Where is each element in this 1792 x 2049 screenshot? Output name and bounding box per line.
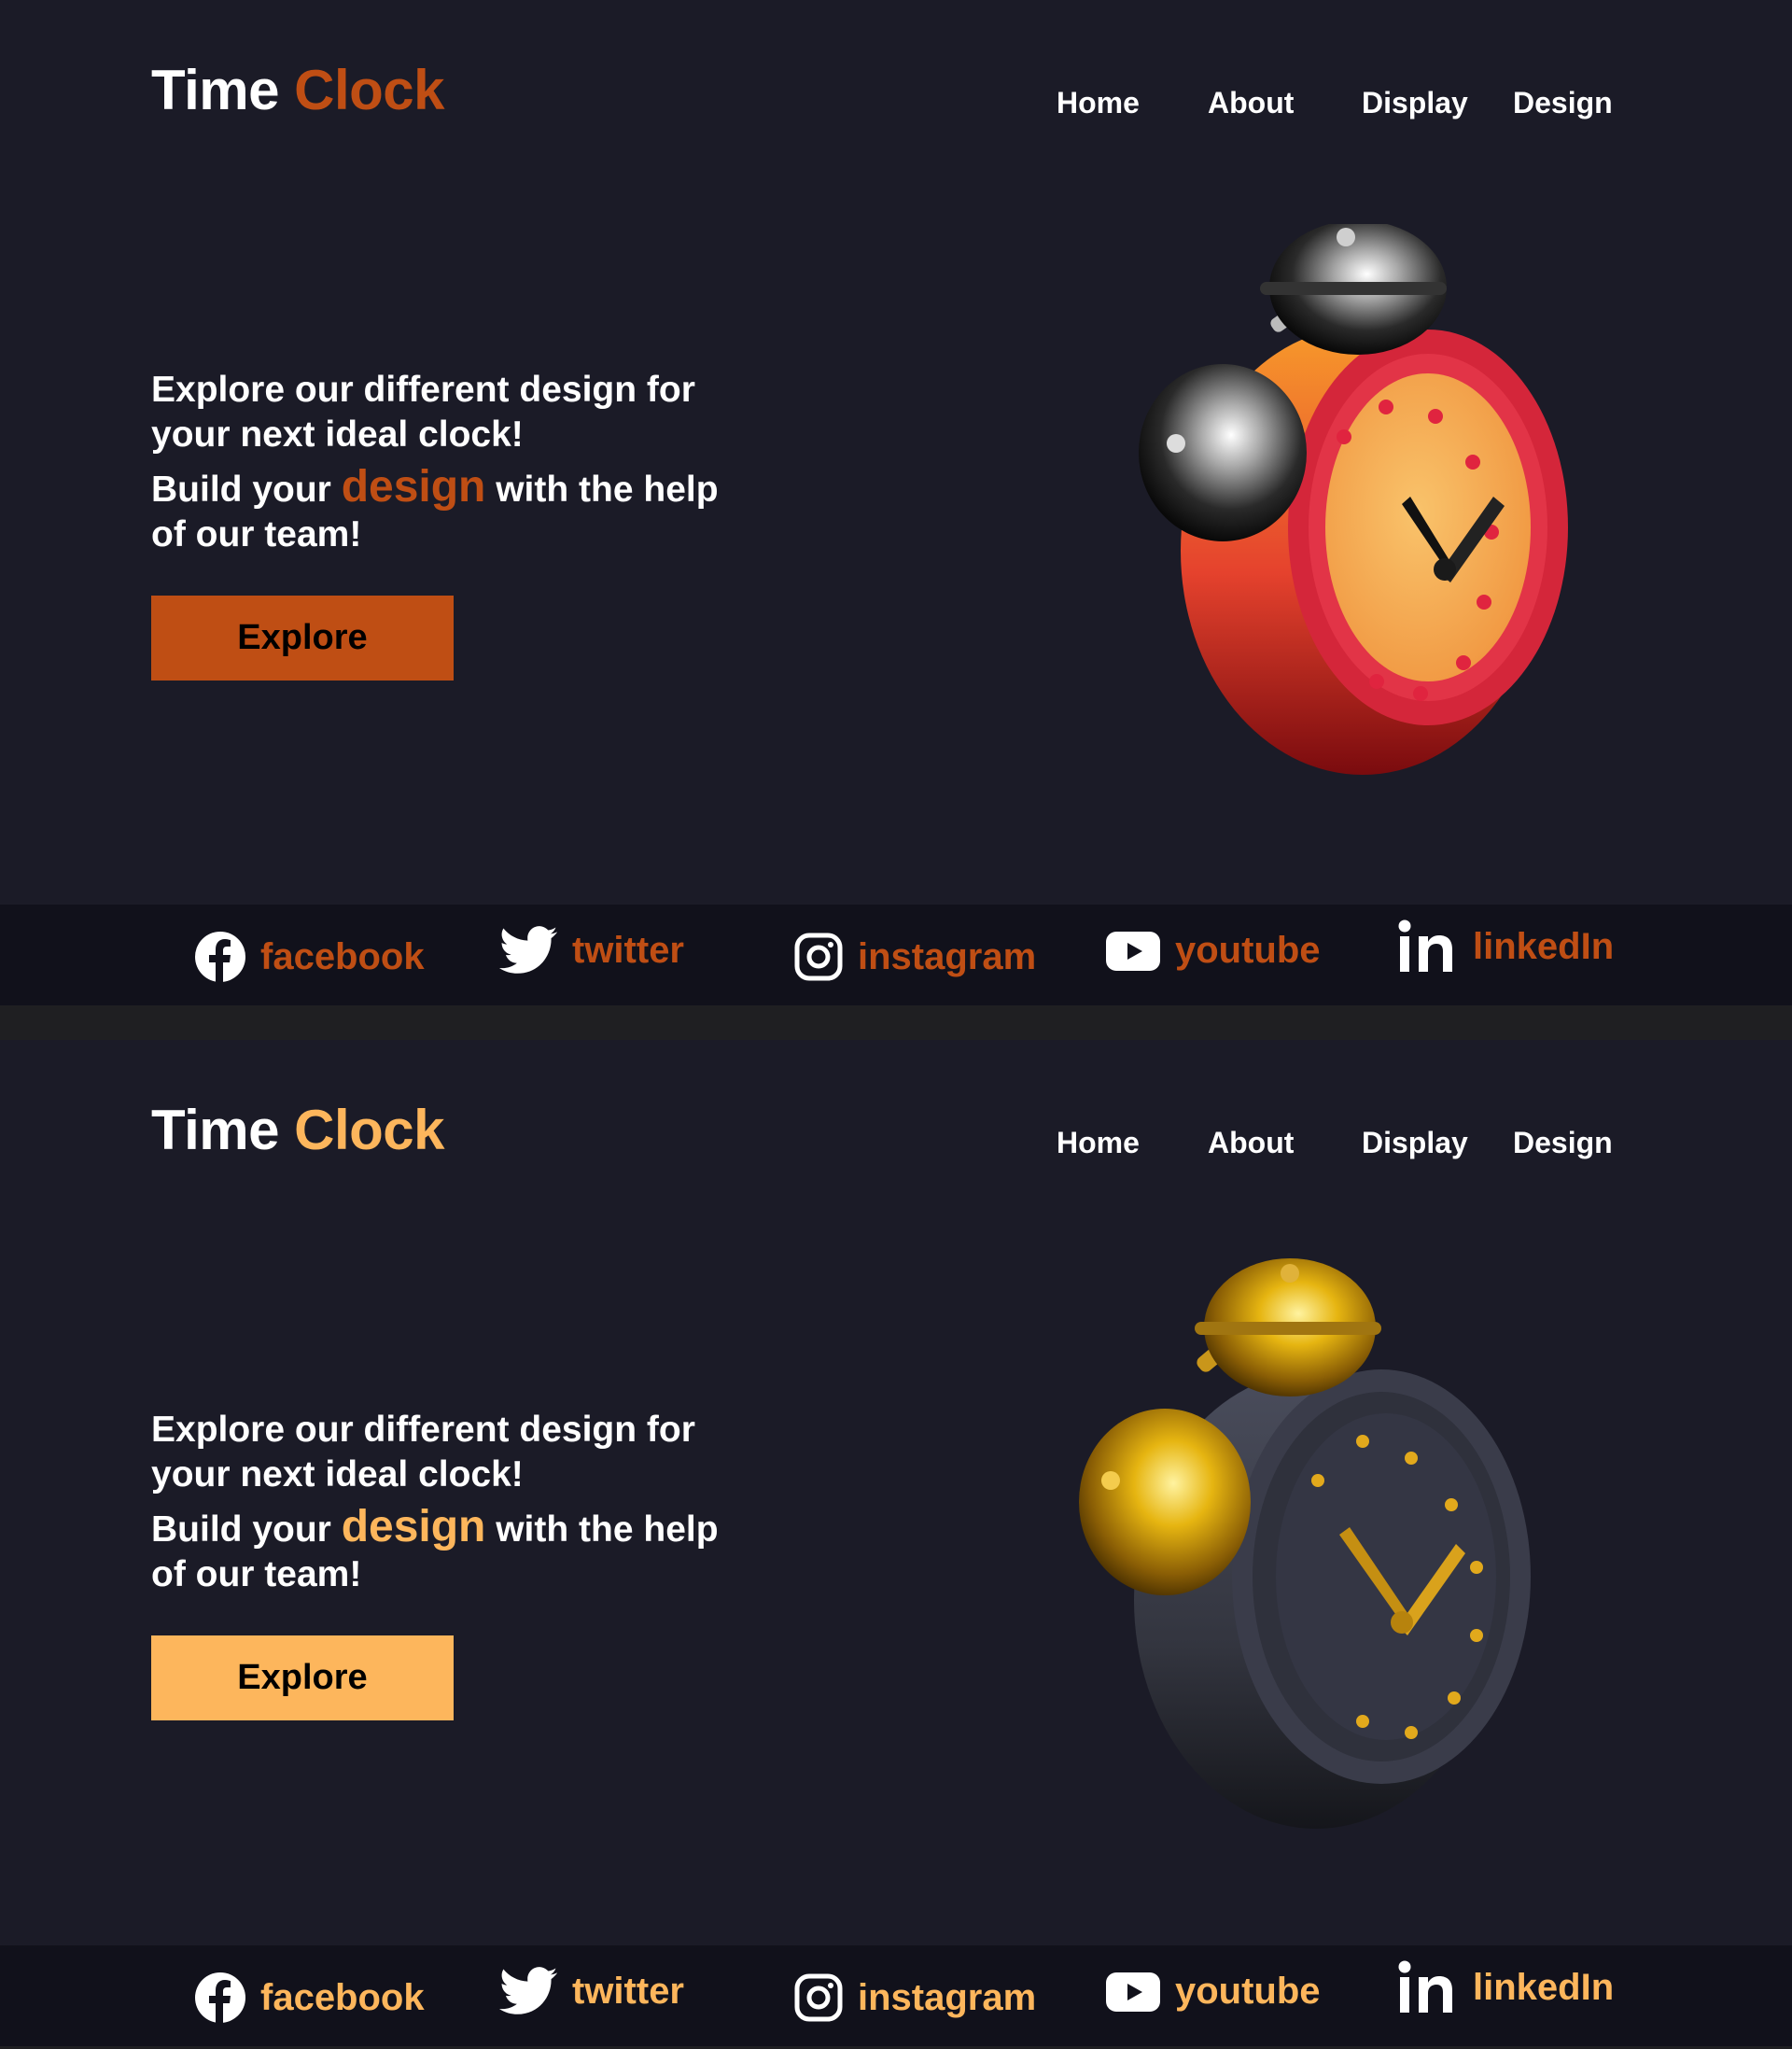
hero-section-gold: Time Clock Home About Display Design Exp… (0, 1040, 1792, 2045)
hero-headline: Explore our different design for your ne… (151, 370, 695, 455)
logo[interactable]: Time Clock (151, 1098, 445, 1162)
explore-button[interactable]: Explore (151, 596, 454, 681)
social-youtube[interactable]: youtube (1106, 1971, 1321, 2013)
social-facebook[interactable]: facebook (195, 932, 425, 982)
social-footer-gold: facebook twitter instagram youtube linke… (0, 1945, 1792, 2046)
nav-about[interactable]: About (1208, 86, 1294, 120)
nav-design[interactable]: Design (1513, 86, 1613, 120)
hero-section-orange: Time Clock Home About Display Design Exp… (0, 0, 1792, 1005)
linkedin-icon (1398, 1960, 1452, 2013)
social-linkedin[interactable]: linkedIn (1398, 919, 1614, 974)
instagram-icon (794, 933, 843, 981)
social-twitter[interactable]: twitter (499, 1966, 684, 2016)
youtube-icon (1106, 931, 1160, 971)
social-youtube[interactable]: youtube (1106, 930, 1321, 972)
nav-home[interactable]: Home (1057, 1126, 1140, 1160)
facebook-icon (195, 932, 245, 982)
nav-design[interactable]: Design (1513, 1126, 1613, 1160)
logo[interactable]: Time Clock (151, 58, 445, 122)
social-linkedin[interactable]: linkedIn (1398, 1960, 1614, 2014)
social-instagram[interactable]: instagram (794, 933, 1036, 981)
hero-headline: Explore our different design for your ne… (151, 1410, 695, 1495)
nav-display[interactable]: Display (1362, 86, 1468, 120)
explore-button[interactable]: Explore (151, 1635, 454, 1720)
nav-home[interactable]: Home (1057, 86, 1140, 120)
social-twitter[interactable]: twitter (499, 925, 684, 975)
youtube-icon (1106, 1972, 1160, 2012)
linkedin-icon (1398, 919, 1452, 972)
instagram-icon (794, 1973, 843, 2022)
social-instagram[interactable]: instagram (794, 1973, 1036, 2022)
alarm-clock-dark-illustration (1079, 1258, 1531, 1829)
hero-subheadline: Build your design with the help of our t… (151, 1502, 719, 1595)
nav-about[interactable]: About (1208, 1126, 1294, 1160)
social-facebook[interactable]: facebook (195, 1972, 425, 2023)
hero-subheadline: Build your design with the help of our t… (151, 462, 719, 555)
social-footer-orange: facebook twitter instagram youtube linke… (0, 905, 1792, 1005)
twitter-icon (499, 1967, 557, 2014)
alarm-clock-red-illustration (1139, 224, 1568, 775)
twitter-icon (499, 926, 557, 974)
facebook-icon (195, 1972, 245, 2023)
nav-display[interactable]: Display (1362, 1126, 1468, 1160)
